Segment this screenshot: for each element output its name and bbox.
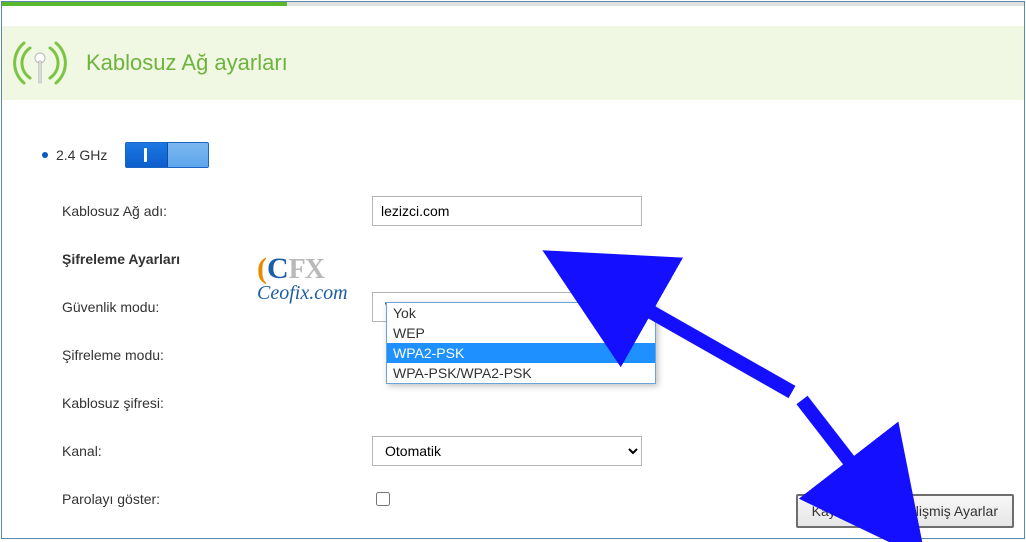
ssid-label: Kablosuz Ağ adı: (62, 203, 372, 219)
security-mode-label: Güvenlik modu: (62, 299, 372, 315)
ssid-input[interactable] (372, 196, 642, 226)
show-password-checkbox[interactable] (376, 492, 390, 506)
progress-indicator (2, 2, 287, 6)
wireless-password-label: Kablosuz şifresi: (62, 395, 372, 411)
channel-label: Kanal: (62, 443, 372, 459)
wifi-icon (10, 33, 70, 93)
dropdown-option[interactable]: WPA-PSK/WPA2-PSK (387, 363, 655, 383)
dropdown-option-selected[interactable]: WPA2-PSK (387, 343, 655, 363)
save-button[interactable]: Kaydet (796, 494, 872, 528)
show-password-label: Parolayı göster: (62, 491, 372, 507)
dropdown-option[interactable]: WEP (387, 323, 655, 343)
bullet-icon (42, 152, 48, 158)
page-title: Kablosuz Ağ ayarları (86, 50, 288, 76)
advanced-button[interactable]: Gelişmiş Ayarlar (881, 494, 1014, 528)
channel-select[interactable]: Otomatik (372, 436, 642, 466)
band-label: 2.4 GHz (56, 147, 107, 163)
band-row: 2.4 GHz (42, 142, 984, 168)
security-mode-dropdown[interactable]: Yok WEP WPA2-PSK WPA-PSK/WPA2-PSK (386, 302, 656, 384)
band-toggle[interactable] (125, 142, 209, 168)
encryption-heading: Şifreleme Ayarları (62, 251, 372, 267)
encryption-mode-label: Şifreleme modu: (62, 347, 372, 363)
dropdown-option[interactable]: Yok (387, 303, 655, 323)
header: Kablosuz Ağ ayarları (2, 26, 1024, 100)
top-bar (2, 2, 1024, 6)
button-bar: Kaydet Gelişmiş Ayarlar (790, 494, 1014, 528)
